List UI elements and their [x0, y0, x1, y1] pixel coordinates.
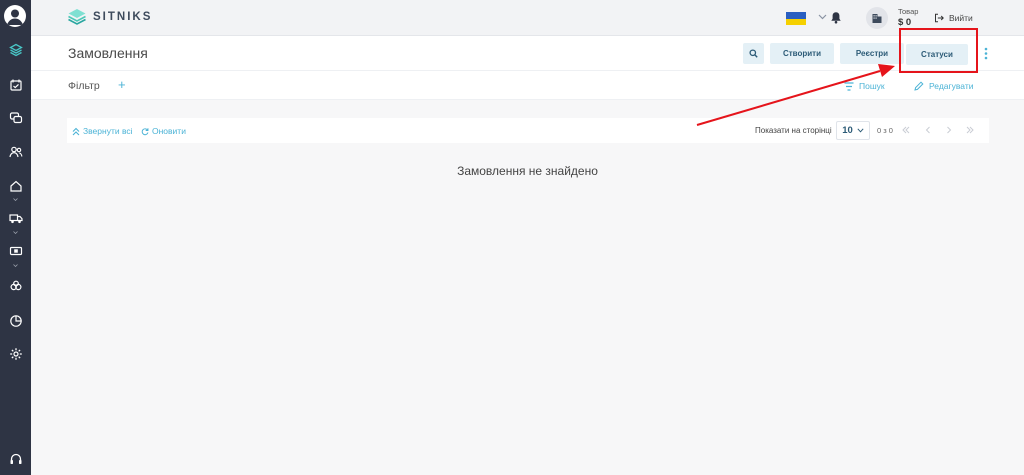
filter-edit-label: Редагувати — [929, 81, 974, 91]
product-balance[interactable]: Товар $ 0 — [898, 7, 918, 28]
logout-icon — [935, 13, 944, 23]
logout-label: Вийти — [949, 13, 973, 23]
kebab-icon[interactable] — [984, 47, 988, 60]
avatar-icon[interactable] — [4, 5, 26, 27]
logo[interactable]: SITNIKS — [67, 8, 152, 26]
ukraine-flag-icon[interactable] — [786, 12, 806, 25]
first-page-icon[interactable] — [901, 125, 911, 135]
search-button[interactable] — [743, 43, 764, 64]
page-header: Замовлення Створити Реєстри Статуси — [31, 36, 1024, 71]
building-icon[interactable] — [866, 7, 888, 29]
sidebar — [0, 0, 31, 475]
layers-icon[interactable] — [0, 37, 31, 63]
product-amount: $ 0 — [898, 17, 912, 28]
filter-search-button[interactable]: Пошук — [844, 81, 885, 91]
users-icon[interactable] — [0, 139, 31, 165]
collapse-all-label: Звернути всі — [83, 126, 133, 136]
filter-edit-button[interactable]: Редагувати — [914, 81, 973, 91]
page-title: Замовлення — [68, 45, 148, 61]
collapse-all-button[interactable]: Звернути всі — [72, 126, 133, 136]
next-page-icon[interactable] — [944, 125, 954, 135]
chevron-down-icon[interactable] — [818, 14, 827, 20]
product-label: Товар — [898, 7, 919, 16]
registers-button[interactable]: Реєстри — [840, 43, 904, 64]
create-button[interactable]: Створити — [770, 43, 834, 64]
logo-text: SITNIKS — [93, 11, 153, 23]
headset-icon[interactable] — [0, 446, 31, 472]
refresh-label: Оновити — [152, 126, 186, 136]
gear-icon[interactable] — [0, 341, 31, 367]
calendar-icon[interactable] — [0, 72, 31, 98]
chevron-down-icon — [13, 264, 18, 267]
empty-state-message: Замовлення не знайдено — [457, 164, 598, 178]
search-icon — [749, 49, 758, 58]
cash-icon[interactable] — [0, 238, 31, 264]
add-filter-button[interactable]: + — [118, 77, 126, 92]
top-bar: SITNIKS Товар $ 0 Вийти — [31, 0, 1024, 36]
last-page-icon[interactable] — [965, 125, 975, 135]
chevron-down-icon — [857, 128, 864, 133]
logout-button[interactable]: Вийти — [934, 13, 973, 23]
logo-icon — [68, 9, 86, 25]
chevron-down-icon — [13, 231, 18, 234]
per-page-label: Показати на сторінці — [755, 126, 832, 135]
sync-icon[interactable] — [0, 274, 31, 300]
filter-label: Фільтр — [68, 80, 100, 92]
edit-icon — [914, 81, 924, 91]
per-page-select[interactable]: 10 — [836, 121, 870, 140]
list-toolbar: Звернути всі Оновити Показати на сторінц… — [67, 118, 989, 143]
filter-search-label: Пошук — [859, 81, 885, 91]
pie-chart-icon[interactable] — [0, 308, 31, 334]
truck-icon[interactable] — [0, 205, 31, 231]
bell-icon[interactable] — [830, 11, 842, 24]
filter-bar: Фільтр + Пошук Редагувати — [31, 71, 1024, 100]
page-range: 0 з 0 — [877, 126, 893, 135]
chevrons-up-icon — [72, 127, 80, 135]
chat-icon[interactable] — [0, 105, 31, 131]
prev-page-icon[interactable] — [923, 125, 933, 135]
refresh-icon — [141, 127, 149, 135]
filter-icon — [844, 81, 854, 91]
chevron-down-icon — [13, 198, 18, 201]
refresh-button[interactable]: Оновити — [141, 126, 186, 136]
annotation-highlight-box — [899, 28, 978, 73]
per-page-value: 10 — [842, 125, 853, 136]
